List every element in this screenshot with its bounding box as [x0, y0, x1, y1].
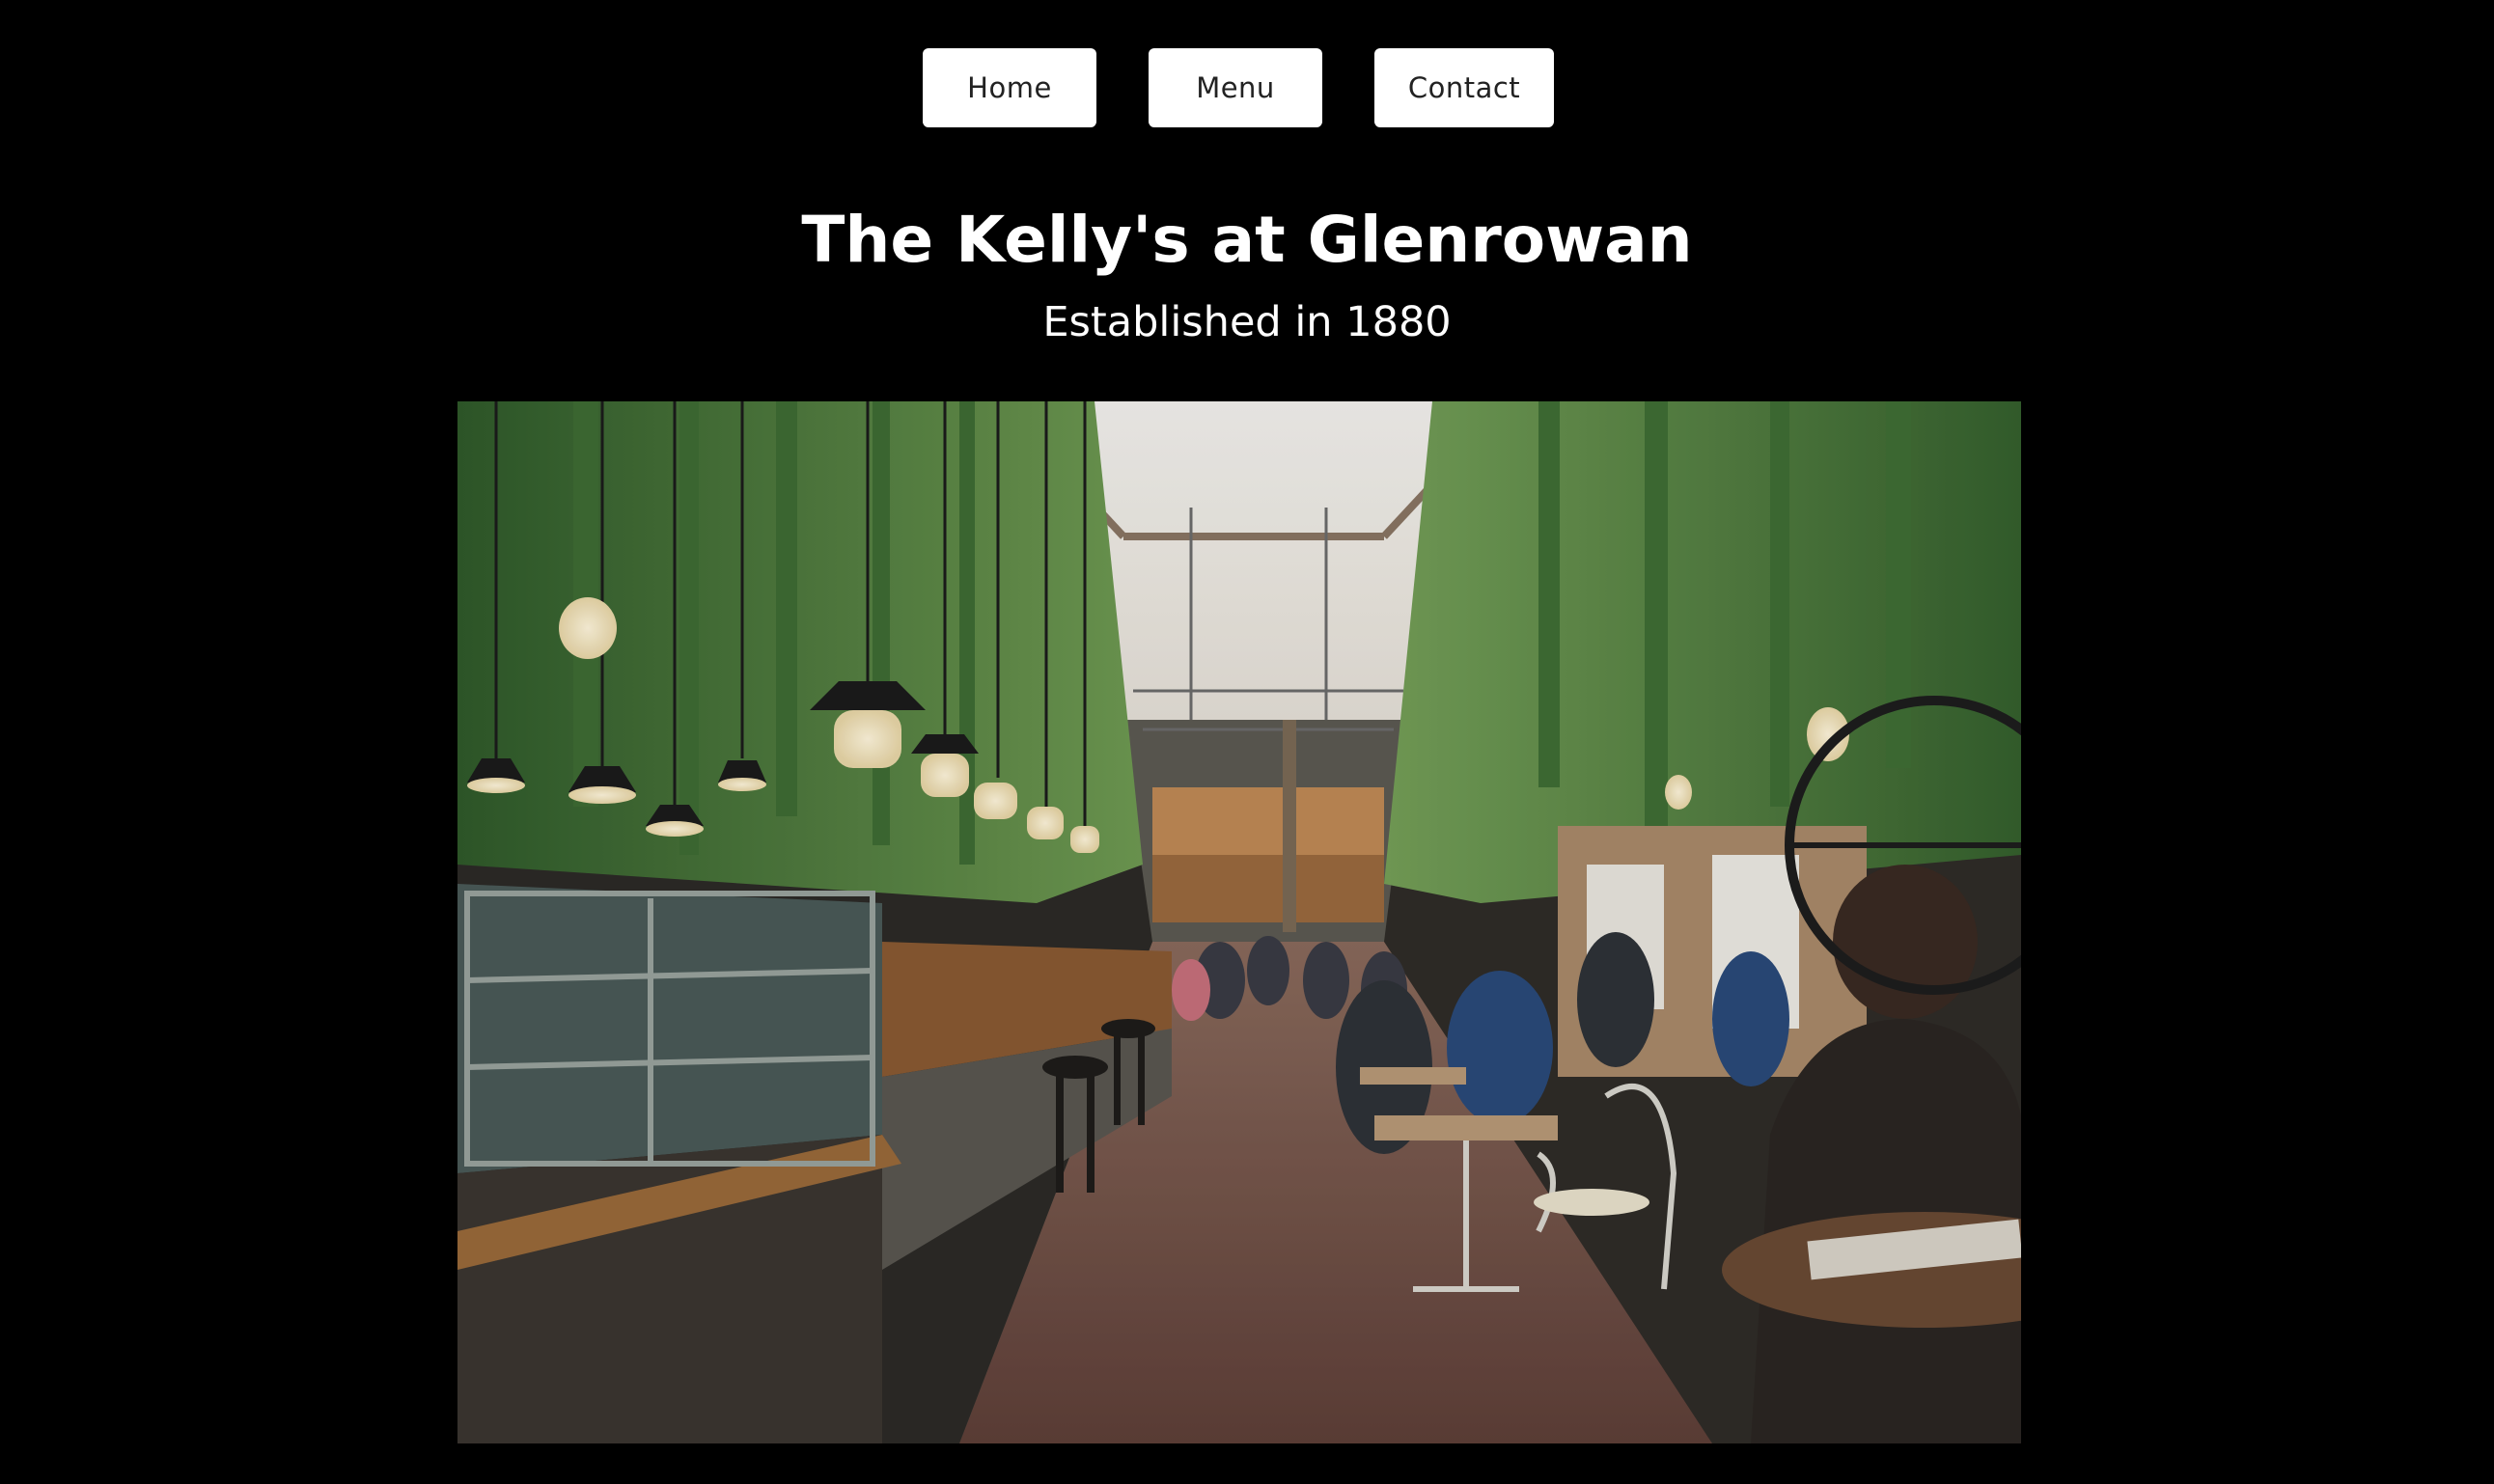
main-nav: Home Menu Contact — [0, 48, 2494, 127]
nav-contact-button[interactable]: Contact — [1374, 48, 1554, 127]
page-subtitle: Established in 1880 — [1042, 298, 1452, 346]
hero-image-illustration — [457, 401, 2021, 1443]
page-title: The Kelly's at Glenrowan — [801, 203, 1693, 277]
nav-home-button[interactable]: Home — [923, 48, 1096, 127]
hero-image — [457, 401, 2021, 1443]
page: Home Menu Contact The Kelly's at Glenrow… — [0, 0, 2494, 1484]
nav-menu-button[interactable]: Menu — [1149, 48, 1322, 127]
